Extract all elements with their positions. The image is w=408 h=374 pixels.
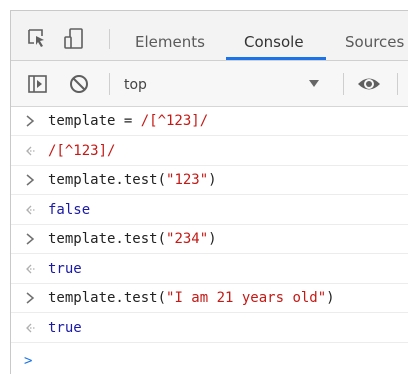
context-selector-value: top — [124, 77, 147, 93]
toolbar-separator — [343, 73, 344, 95]
inspect-element-icon[interactable] — [27, 28, 47, 50]
token-text: template.test( — [48, 231, 167, 247]
console-output[interactable]: template = /[^123]//[^123]/template.test… — [11, 107, 408, 374]
active-tab-indicator — [226, 57, 326, 60]
tab-elements[interactable]: Elements — [135, 11, 205, 60]
input-chevron-icon — [24, 229, 38, 249]
console-line-text: /[^123]/ — [48, 141, 115, 161]
console-input-line: template.test("123") — [11, 166, 408, 195]
console-result-line: /[^123]/ — [11, 137, 408, 166]
toolbar-separator — [109, 73, 110, 95]
console-result-line: true — [11, 255, 408, 284]
token-str: "I am 21 years old" — [166, 290, 327, 306]
tab-sources[interactable]: Sources — [345, 11, 404, 60]
toolbar-separator — [397, 73, 398, 95]
console-result-line: false — [11, 196, 408, 225]
clear-console-icon[interactable] — [68, 73, 90, 95]
token-text: template.test( — [48, 172, 167, 188]
console-input-prompt[interactable]: > — [24, 351, 32, 371]
console-line-text: true — [48, 259, 82, 279]
token-bool: true — [48, 319, 82, 336]
console-toolbar: top — [11, 61, 408, 107]
tab-bar-separator — [109, 29, 110, 49]
dropdown-arrow-icon — [309, 80, 319, 87]
result-arrow-icon — [24, 318, 38, 338]
result-arrow-icon — [24, 259, 38, 279]
input-chevron-icon — [24, 288, 38, 308]
console-line-text: template.test("123") — [48, 170, 217, 190]
token-text: template.test( — [48, 290, 167, 306]
token-bool: false — [48, 201, 91, 218]
console-line-text: template = /[^123]/ — [48, 111, 208, 131]
console-line-text: true — [48, 318, 82, 338]
token-text: ) — [208, 172, 217, 188]
console-input-line: template.test("234") — [11, 225, 408, 254]
console-result-line: true — [11, 314, 408, 343]
context-selector[interactable]: top — [121, 75, 341, 95]
devtools-tab-bar: Elements Console Sources — [11, 11, 408, 61]
input-chevron-icon — [24, 111, 38, 131]
console-line-text: false — [48, 200, 90, 220]
token-str: "123" — [166, 172, 209, 188]
devtools-window: Elements Console Sources top template = … — [10, 10, 408, 374]
device-toolbar-icon[interactable] — [63, 28, 83, 50]
console-line-text: template.test("234") — [48, 229, 217, 249]
console-line-text: template.test("I am 21 years old") — [48, 288, 335, 308]
input-chevron-icon — [24, 170, 38, 190]
token-str: "234" — [166, 231, 209, 247]
token-regex: /[^123]/ — [140, 113, 209, 129]
console-input-line: template = /[^123]/ — [11, 107, 408, 136]
token-regex: /[^123]/ — [48, 142, 116, 159]
token-text: ) — [208, 231, 217, 247]
tab-console[interactable]: Console — [244, 11, 304, 60]
token-bool: true — [48, 260, 82, 277]
live-expression-eye-icon[interactable] — [357, 73, 380, 95]
show-sidebar-icon[interactable] — [27, 73, 49, 95]
token-text: template = — [48, 113, 141, 129]
token-text: ) — [326, 290, 335, 306]
result-arrow-icon — [24, 200, 38, 220]
console-input-line: template.test("I am 21 years old") — [11, 284, 408, 313]
result-arrow-icon — [24, 141, 38, 161]
